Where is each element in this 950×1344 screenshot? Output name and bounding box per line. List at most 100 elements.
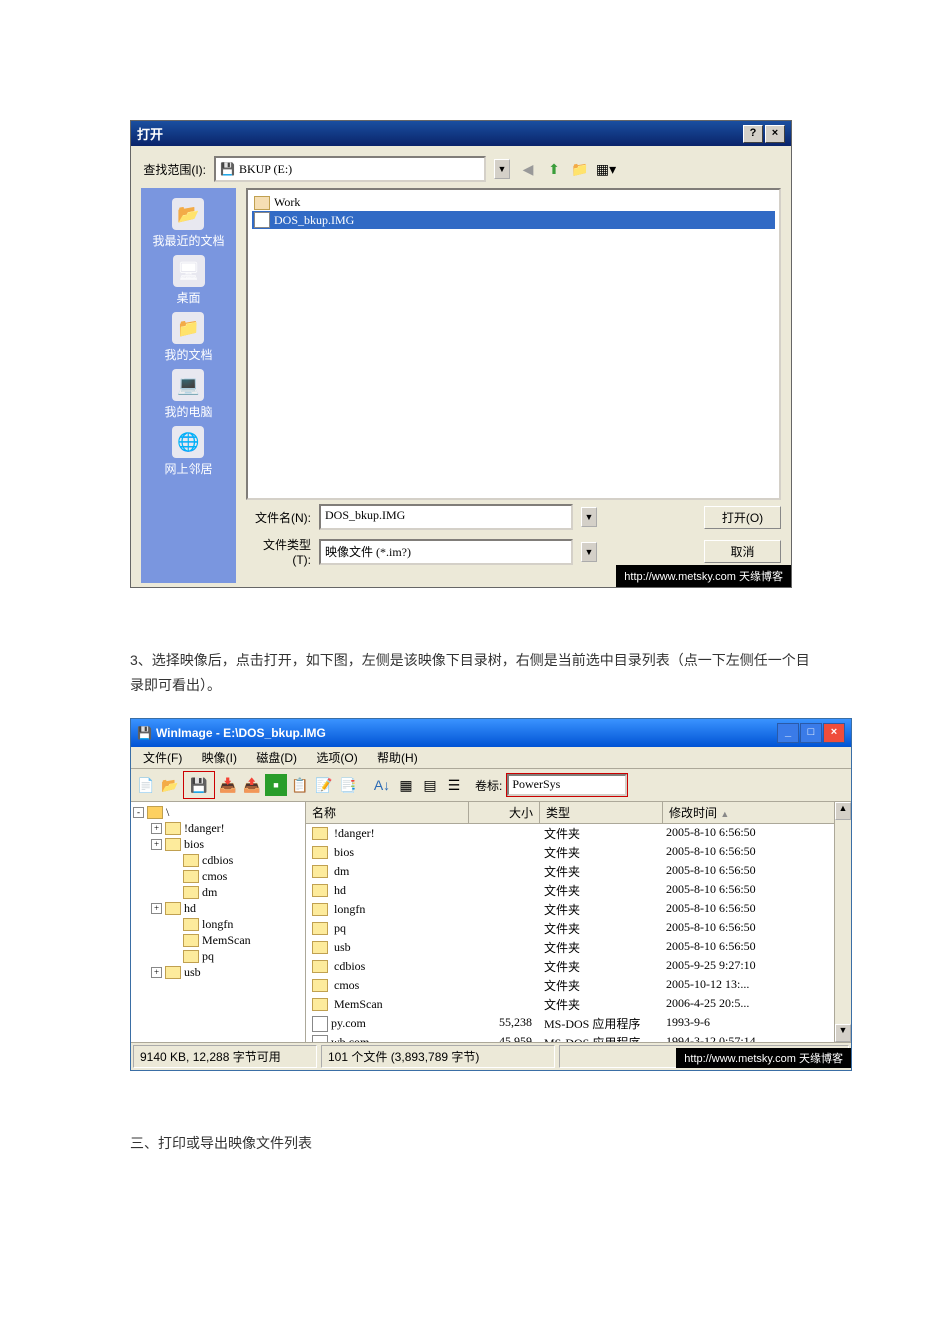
look-in-dropdown[interactable]: ▼ <box>494 159 510 179</box>
tree-node[interactable]: +hd <box>133 900 303 916</box>
save-icon[interactable]: 💾 <box>188 774 210 796</box>
format-icon[interactable]: ■ <box>265 774 287 796</box>
back-icon[interactable]: ◀ <box>518 159 538 179</box>
cancel-button[interactable]: 取消 <box>704 540 781 563</box>
open-icon[interactable]: 📂 <box>159 774 181 796</box>
file-icon <box>312 1035 328 1043</box>
menu-disk[interactable]: 磁盘(D) <box>248 749 305 767</box>
status-free: 9140 KB, 12,288 字节可用 <box>133 1045 317 1068</box>
menu-options[interactable]: 选项(O) <box>308 749 365 767</box>
filetype-combo[interactable]: 映像文件 (*.im?) <box>319 539 573 565</box>
scroll-down-icon[interactable]: ▼ <box>835 1024 851 1042</box>
folder-icon <box>183 886 199 899</box>
col-type[interactable]: 类型 <box>540 802 663 823</box>
list-row[interactable]: dm文件夹2005-8-10 6:56:50 <box>306 862 851 881</box>
list-row[interactable]: usb文件夹2005-8-10 6:56:50 <box>306 938 851 957</box>
menu-file[interactable]: 文件(F) <box>135 749 190 767</box>
list-row[interactable]: bios文件夹2005-8-10 6:56:50 <box>306 843 851 862</box>
tree-node[interactable]: +usb <box>133 964 303 980</box>
new-icon[interactable]: 📄 <box>135 774 157 796</box>
titlebar[interactable]: 打开 ? × <box>131 121 791 146</box>
file-item-folder[interactable]: Work <box>252 194 775 211</box>
write-disk-icon[interactable]: 📤 <box>241 774 263 796</box>
menubar[interactable]: 文件(F) 映像(I) 磁盘(D) 选项(O) 帮助(H) <box>131 747 851 769</box>
view-small-icon[interactable]: ▤ <box>419 774 441 796</box>
up-icon[interactable]: ⬆ <box>544 159 564 179</box>
list-row[interactable]: py.com55,238MS-DOS 应用程序1993-9-6 <box>306 1014 851 1033</box>
volume-input[interactable]: PowerSys <box>507 774 627 796</box>
places-sidebar: 📂我最近的文档 🖥桌面 📁我的文档 💻我的电脑 🌐网上邻居 <box>141 188 236 583</box>
read-disk-icon[interactable]: 📥 <box>217 774 239 796</box>
expand-icon[interactable]: + <box>151 839 162 850</box>
inject-icon[interactable]: 📋 <box>289 774 311 796</box>
list-row[interactable]: longfn文件夹2005-8-10 6:56:50 <box>306 900 851 919</box>
col-name[interactable]: 名称 <box>306 802 469 823</box>
computer-icon: 💻 <box>172 369 204 401</box>
sidebar-computer[interactable]: 💻我的电脑 <box>164 369 212 420</box>
filename-dropdown[interactable]: ▼ <box>581 507 597 527</box>
sidebar-recent[interactable]: 📂我最近的文档 <box>152 198 224 249</box>
tree-node[interactable]: MemScan <box>133 932 303 948</box>
close-button[interactable]: × <box>765 125 785 143</box>
look-in-combo[interactable]: 💾 BKUP (E:) <box>214 156 486 182</box>
scrollbar[interactable]: ▲ ▼ <box>834 802 851 1042</box>
tree-node[interactable]: longfn <box>133 916 303 932</box>
folder-icon <box>312 846 328 859</box>
extract-all-icon[interactable]: 📑 <box>337 774 359 796</box>
view-details-icon[interactable]: ☰ <box>443 774 465 796</box>
sidebar-desktop[interactable]: 🖥桌面 <box>173 255 205 306</box>
volume-label: 卷标: <box>475 777 502 794</box>
documents-icon: 📁 <box>172 312 204 344</box>
sidebar-documents[interactable]: 📁我的文档 <box>164 312 212 363</box>
tree-node[interactable]: cmos <box>133 868 303 884</box>
list-row[interactable]: hd文件夹2005-8-10 6:56:50 <box>306 881 851 900</box>
list-row[interactable]: cmos文件夹2005-10-12 13:... <box>306 976 851 995</box>
file-listview[interactable]: 名称 大小 类型 修改时间 ▲ !danger!文件夹2005-8-10 6:5… <box>306 802 851 1042</box>
list-row[interactable]: pq文件夹2005-8-10 6:56:50 <box>306 919 851 938</box>
scroll-up-icon[interactable]: ▲ <box>835 802 851 820</box>
folder-icon <box>165 966 181 979</box>
folder-icon <box>312 827 328 840</box>
col-date[interactable]: 修改时间 ▲ <box>663 802 836 823</box>
col-size[interactable]: 大小 <box>469 802 540 823</box>
listview-header[interactable]: 名称 大小 类型 修改时间 ▲ <box>306 802 851 824</box>
filename-input[interactable]: DOS_bkup.IMG <box>319 504 573 530</box>
look-in-label: 查找范围(I): <box>141 161 206 178</box>
minimize-button[interactable]: _ <box>777 723 799 743</box>
window-titlebar[interactable]: 💾WinImage - E:\DOS_bkup.IMG _ □ × <box>131 719 851 747</box>
expand-icon[interactable]: + <box>151 903 162 914</box>
help-button[interactable]: ? <box>743 125 763 143</box>
tree-node[interactable]: +bios <box>133 836 303 852</box>
file-list[interactable]: Work DOS_bkup.IMG <box>246 188 781 500</box>
menu-image[interactable]: 映像(I) <box>194 749 245 767</box>
expand-icon[interactable]: + <box>151 967 162 978</box>
list-row[interactable]: cdbios文件夹2005-9-25 9:27:10 <box>306 957 851 976</box>
filetype-dropdown[interactable]: ▼ <box>581 542 597 562</box>
list-row[interactable]: MemScan文件夹2006-4-25 20:5... <box>306 995 851 1014</box>
tree-node[interactable]: -\ <box>133 804 303 820</box>
folder-icon <box>312 960 328 973</box>
open-button[interactable]: 打开(O) <box>704 506 781 529</box>
sort-az-icon[interactable]: A↓ <box>371 774 393 796</box>
expand-icon[interactable]: + <box>151 823 162 834</box>
sidebar-network[interactable]: 🌐网上邻居 <box>164 426 212 477</box>
tree-node[interactable]: pq <box>133 948 303 964</box>
folder-icon <box>147 806 163 819</box>
list-row[interactable]: !danger!文件夹2005-8-10 6:56:50 <box>306 824 851 843</box>
expand-icon[interactable]: - <box>133 807 144 818</box>
tree-node[interactable]: cdbios <box>133 852 303 868</box>
maximize-button[interactable]: □ <box>800 723 822 743</box>
tree-node[interactable]: dm <box>133 884 303 900</box>
extract-icon[interactable]: 📝 <box>313 774 335 796</box>
directory-tree[interactable]: -\+!danger!+bioscdbioscmosdm+hdlongfnMem… <box>131 802 306 1042</box>
file-item-selected[interactable]: DOS_bkup.IMG <box>252 211 775 229</box>
tree-node[interactable]: +!danger! <box>133 820 303 836</box>
folder-icon <box>312 941 328 954</box>
close-window-button[interactable]: × <box>823 723 845 743</box>
menu-help[interactable]: 帮助(H) <box>369 749 426 767</box>
folder-icon <box>183 934 199 947</box>
list-row[interactable]: wb.com45,959MS-DOS 应用程序1994-3-12 0:57:14 <box>306 1033 851 1042</box>
view-large-icon[interactable]: ▦ <box>395 774 417 796</box>
view-menu-icon[interactable]: ▦▾ <box>596 159 616 179</box>
new-folder-icon[interactable]: 📁 <box>570 159 590 179</box>
